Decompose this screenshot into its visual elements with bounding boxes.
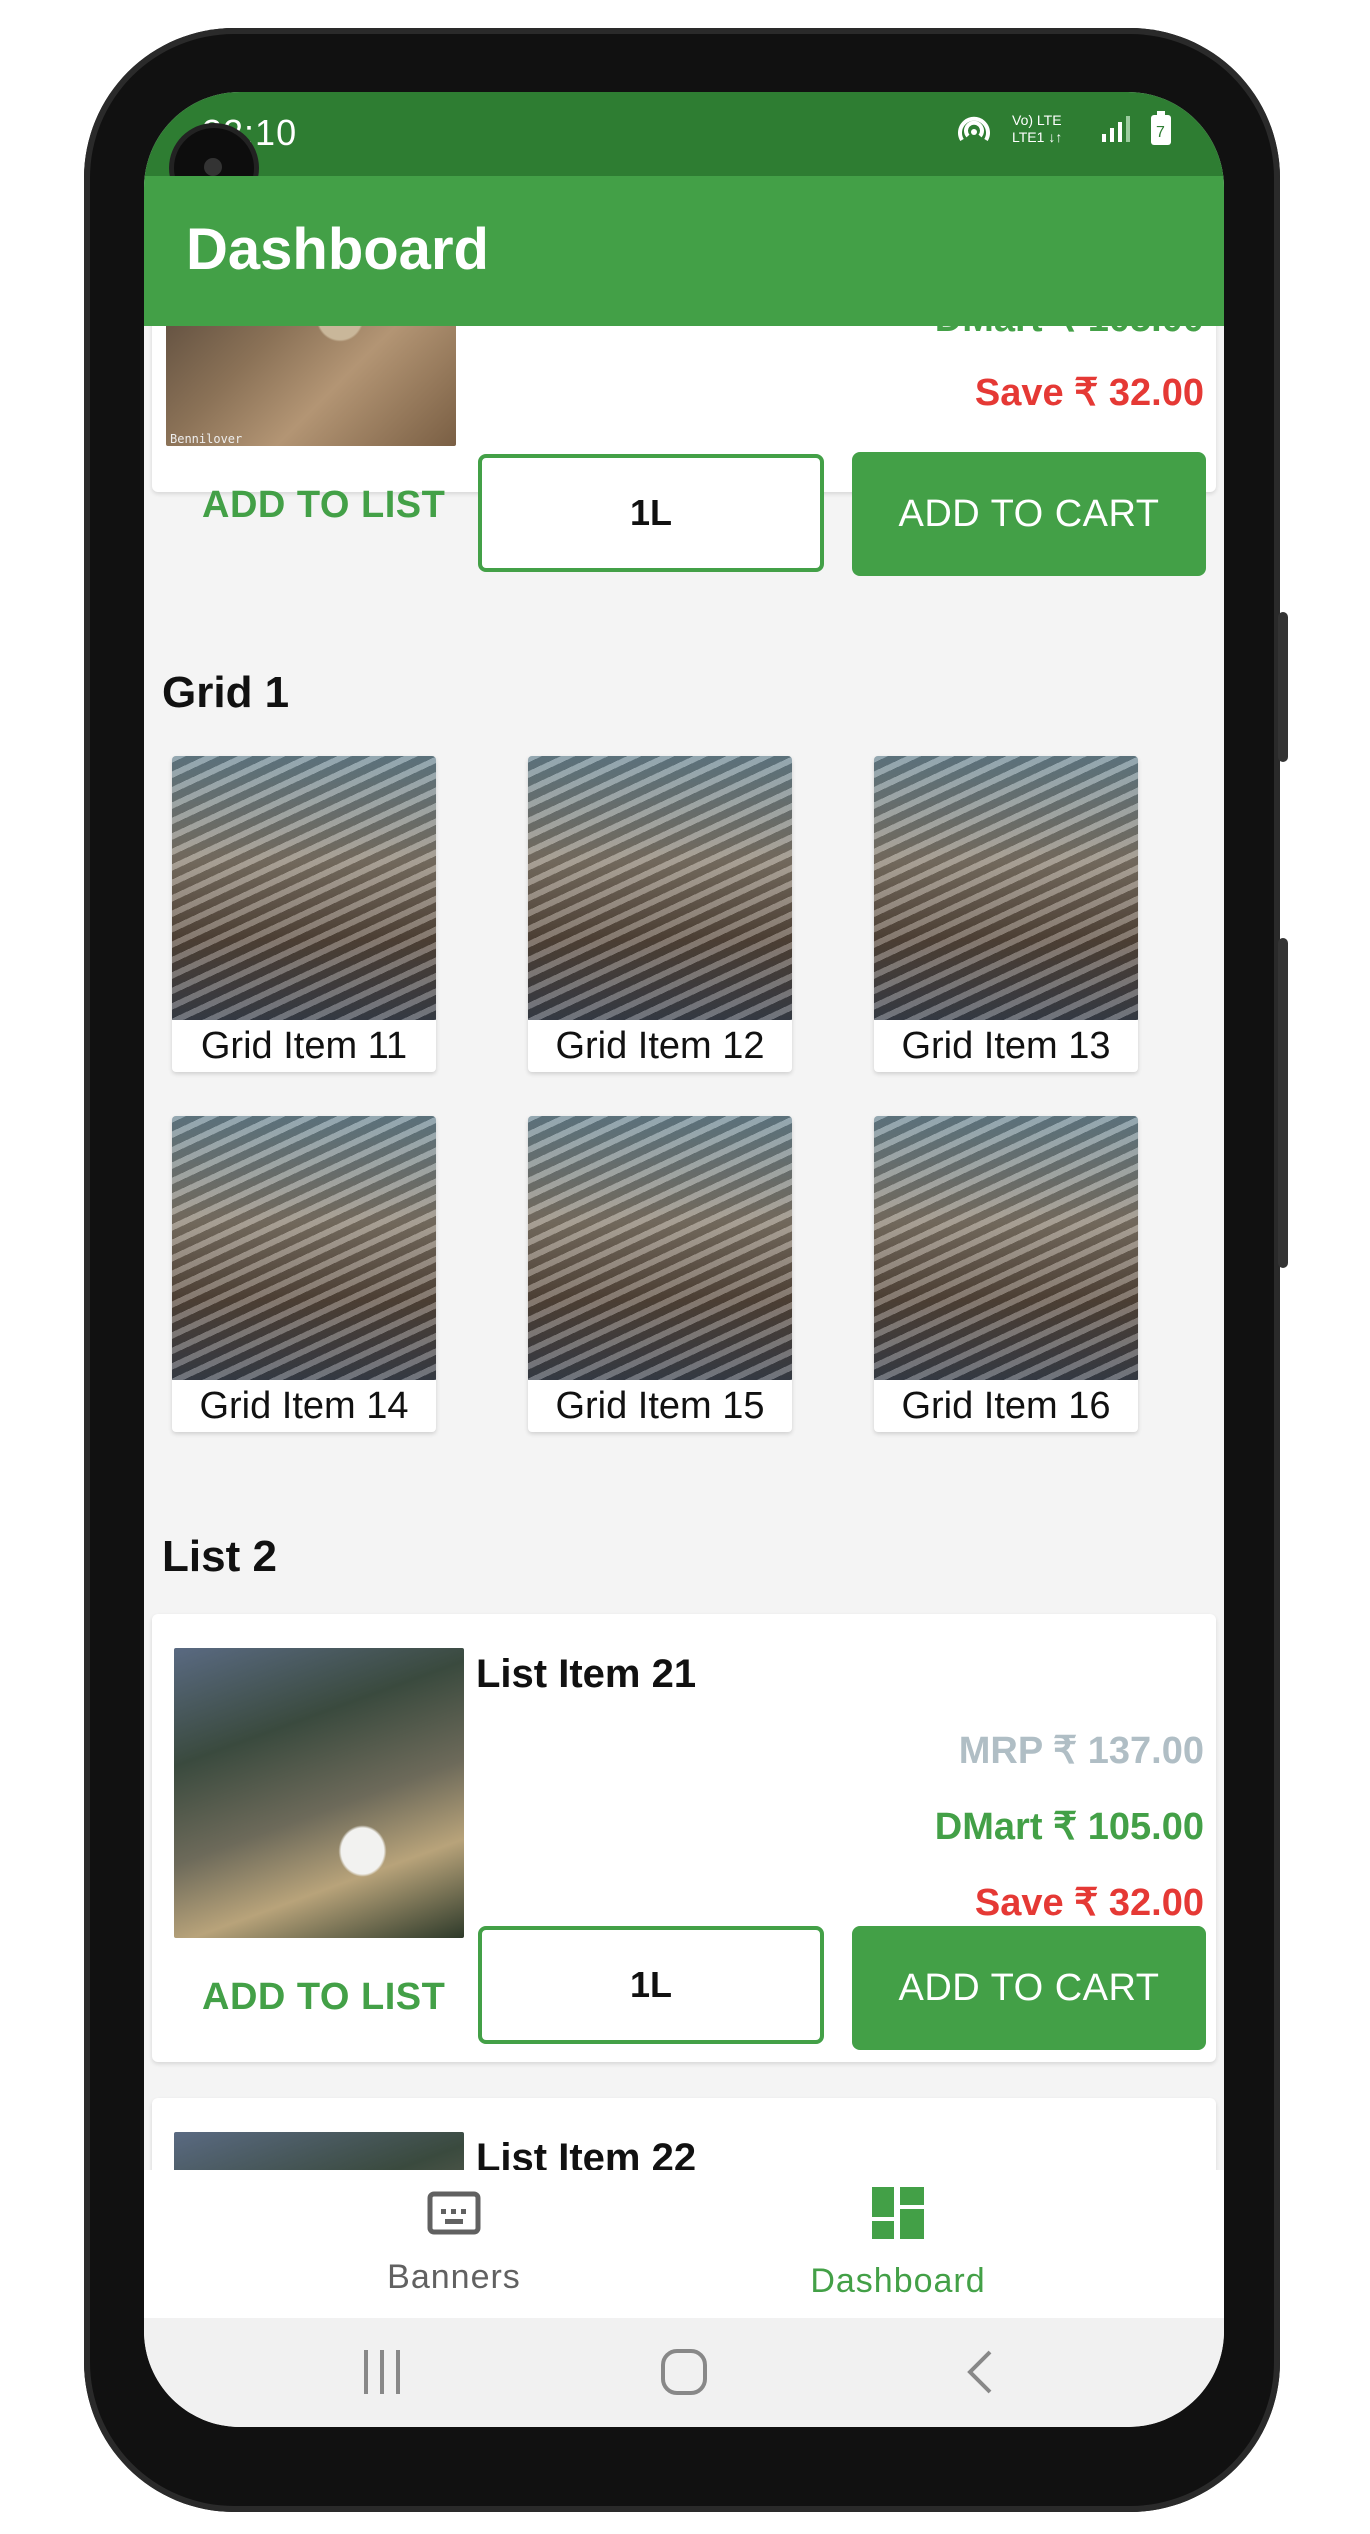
grid-item[interactable]: Grid Item 12 xyxy=(528,756,792,1072)
nav-item-label: Banners xyxy=(387,2258,521,2296)
grid-item[interactable]: Grid Item 16 xyxy=(874,1116,1138,1432)
grid-item-image xyxy=(528,1116,792,1380)
grid-item-label: Grid Item 15 xyxy=(555,1384,765,1427)
recent-apps-icon[interactable] xyxy=(362,2348,402,2401)
home-icon[interactable] xyxy=(660,2348,708,2401)
grid-item-image xyxy=(528,756,792,1020)
volte-icon: Vo) LTE LTE1 ↓↑ xyxy=(1012,110,1082,151)
image-caption: Bennilover xyxy=(170,432,243,446)
product-title: List Item 21 xyxy=(476,1652,697,1696)
dashboard-icon xyxy=(872,2187,924,2248)
battery-icon: 7 xyxy=(1150,111,1172,150)
power-button xyxy=(1278,938,1288,1268)
system-navigation-bar xyxy=(144,2318,1224,2427)
unit-selector[interactable]: 1L xyxy=(478,1926,824,2044)
product-image xyxy=(174,2132,464,2170)
product-image xyxy=(174,1648,464,1938)
grid-item-label: Grid Item 12 xyxy=(555,1024,765,1067)
section-title-grid: Grid 1 xyxy=(162,668,290,717)
grid-item-label: Grid Item 14 xyxy=(199,1384,409,1427)
product-card: List Item 22 xyxy=(152,2098,1216,2170)
dashboard-scroll-area[interactable]: Bennilover DMart ₹ 105.00 Save ₹ 32.00 A… xyxy=(144,326,1224,2170)
page-title: Dashboard xyxy=(186,217,489,282)
save-amount: Save ₹ 32.00 xyxy=(974,1882,1204,1924)
svg-text:LTE1 ↓↑: LTE1 ↓↑ xyxy=(1012,129,1062,145)
unit-selector[interactable]: 1L xyxy=(478,454,824,572)
nav-item-label: Dashboard xyxy=(810,2262,986,2300)
signal-icon xyxy=(1100,112,1132,149)
product-title: List Item 22 xyxy=(476,2136,697,2170)
product-card: List Item 21 MRP ₹ 137.00 DMart ₹ 105.00… xyxy=(152,1614,1216,2062)
product-card: Bennilover DMart ₹ 105.00 Save ₹ 32.00 A… xyxy=(152,326,1216,576)
svg-text:Vo) LTE: Vo) LTE xyxy=(1012,112,1062,128)
banners-icon xyxy=(427,2191,481,2244)
add-to-list-button[interactable]: ADD TO LIST xyxy=(202,484,445,527)
add-to-list-button[interactable]: ADD TO LIST xyxy=(202,1976,445,2019)
dmart-price: DMart ₹ 105.00 xyxy=(934,1806,1204,1848)
grid-item[interactable]: Grid Item 15 xyxy=(528,1116,792,1432)
product-image: Bennilover xyxy=(166,326,456,446)
mrp-price: MRP ₹ 137.00 xyxy=(958,1730,1204,1772)
save-amount: Save ₹ 32.00 xyxy=(974,372,1204,414)
grid-item-label: Grid Item 13 xyxy=(901,1024,1111,1067)
nav-item-dashboard[interactable]: Dashboard xyxy=(748,2170,1048,2318)
section-title-list: List 2 xyxy=(162,1532,277,1581)
status-bar: 22:10 Vo) LTE LTE1 ↓↑ 7 xyxy=(144,92,1224,176)
nav-item-banners[interactable]: Banners xyxy=(304,2170,604,2318)
grid-item-image xyxy=(172,756,436,1020)
svg-text:7: 7 xyxy=(1156,124,1165,141)
grid-item-image xyxy=(874,1116,1138,1380)
dmart-price: DMart ₹ 105.00 xyxy=(935,326,1204,341)
grid-item[interactable]: Grid Item 11 xyxy=(172,756,436,1072)
bottom-navigation: Banners Dashboard xyxy=(144,2170,1224,2318)
grid-item[interactable]: Grid Item 14 xyxy=(172,1116,436,1432)
add-to-cart-button[interactable]: ADD TO CART xyxy=(852,452,1206,576)
grid-item-image xyxy=(874,756,1138,1020)
app-bar: Dashboard xyxy=(144,176,1224,326)
grid-item-label: Grid Item 11 xyxy=(200,1024,408,1067)
hotspot-icon xyxy=(954,110,994,151)
status-icons: Vo) LTE LTE1 ↓↑ 7 xyxy=(954,110,1172,151)
screen: 22:10 Vo) LTE LTE1 ↓↑ 7 Dashboard Bennilo… xyxy=(144,92,1224,2427)
grid-item-image xyxy=(172,1116,436,1380)
back-icon[interactable] xyxy=(964,2348,994,2401)
volume-button xyxy=(1278,612,1288,762)
add-to-cart-button[interactable]: ADD TO CART xyxy=(852,1926,1206,2050)
grid-item[interactable]: Grid Item 13 xyxy=(874,756,1138,1072)
grid-item-label: Grid Item 16 xyxy=(901,1384,1111,1427)
